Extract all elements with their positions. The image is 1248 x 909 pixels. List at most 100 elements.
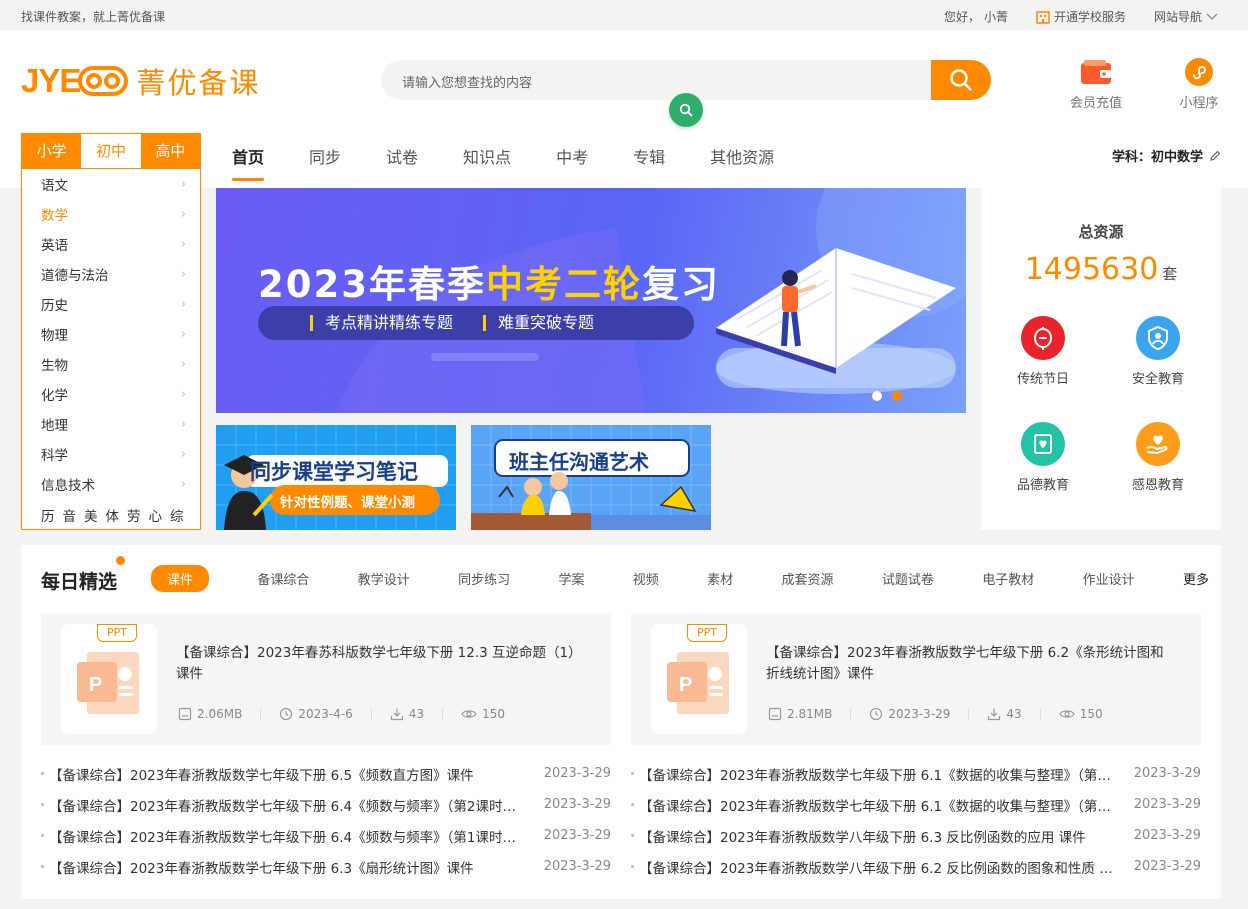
list-item[interactable]: 【备课综合】2023年春浙教版数学七年级下册 6.5《频数直方图》课件 2023-… — [41, 758, 611, 789]
sidebar-item-biology[interactable]: 生物 › — [22, 349, 200, 379]
sidebar-short-pe[interactable]: 体 — [106, 505, 120, 525]
promo-banner-notes[interactable]: 同步课堂学习笔记 针对性例题、课堂小测 — [216, 425, 456, 530]
list-item-date: 2023-3-29 — [1133, 828, 1201, 843]
category-safety-education[interactable]: 安全教育 — [1113, 316, 1203, 387]
main-banner[interactable]: 2023年春季中考二轮复习 考点精讲精练专题 难重突破专题 — [216, 188, 966, 413]
card-title[interactable]: 【备课综合】2023年春苏科版数学七年级下册 12.3 互逆命题（1）课件 — [176, 643, 586, 685]
sidebar-short-history[interactable]: 历 — [41, 505, 55, 525]
tab-junior[interactable]: 初中 — [81, 134, 141, 168]
file-size-value: 2.06MB — [197, 707, 243, 721]
floating-search-button[interactable] — [669, 93, 703, 127]
list-item-title[interactable]: 【备课综合】2023年春浙教版数学七年级下册 6.5《频数直方图》课件 — [41, 764, 474, 784]
stats-count-value: 1495630 — [1024, 252, 1159, 287]
upload-date-value: 2023-4-6 — [298, 707, 353, 721]
list-item[interactable]: 【备课综合】2023年春浙教版数学七年级下册 6.3《扇形统计图》课件 2023-… — [41, 851, 611, 882]
sidebar-short-comprehensive[interactable]: 综 — [170, 505, 184, 525]
school-service-link[interactable]: 开通学校服务 — [1036, 8, 1126, 25]
sidebar-item-it[interactable]: 信息技术 › — [22, 469, 200, 499]
banner-tag-1: 考点精讲精练专题 — [310, 315, 453, 331]
upload-date: 2023-3-29 — [869, 707, 950, 721]
sidebar-short-music[interactable]: 音 — [63, 505, 77, 525]
tab-more[interactable]: 更多 — [1183, 569, 1209, 588]
sidebar-item-science[interactable]: 科学 › — [22, 439, 200, 469]
tab-test-papers[interactable]: 试题试卷 — [882, 569, 934, 588]
list-item-title[interactable]: 【备课综合】2023年春浙教版数学七年级下册 6.4《频数与频率》（第2课时）课… — [41, 795, 528, 815]
tab-teaching-design[interactable]: 教学设计 — [358, 569, 410, 588]
sidebar-short-psychology[interactable]: 心 — [149, 505, 163, 525]
tab-video[interactable]: 视频 — [633, 569, 659, 588]
tab-e-textbooks[interactable]: 电子教材 — [982, 569, 1034, 588]
nav-home[interactable]: 首页 — [232, 144, 265, 181]
banner-tags: 考点精讲精练专题 难重突破专题 — [258, 306, 694, 340]
tab-study-plan[interactable]: 学案 — [558, 569, 584, 588]
tab-sync-practice[interactable]: 同步练习 — [458, 569, 510, 588]
view-count-value: 150 — [1079, 707, 1103, 721]
nav-zhongkao[interactable]: 中考 — [556, 144, 588, 168]
sidebar-short-labor[interactable]: 劳 — [127, 505, 141, 525]
view-count-value: 150 — [482, 707, 505, 721]
site-nav-dropdown[interactable]: 网站导航 — [1154, 8, 1218, 25]
list-item[interactable]: 【备课综合】2023年春浙教版数学七年级下册 6.1《数据的收集与整理》（第1课… — [631, 789, 1201, 820]
list-item-title[interactable]: 【备课综合】2023年春浙教版数学八年级下册 6.3 反比例函数的应用 课件 — [631, 826, 1086, 846]
category-traditional-festivals[interactable]: 传统节日 — [998, 316, 1088, 387]
category-moral-education[interactable]: 品德教育 — [998, 422, 1088, 493]
sidebar-item-physics[interactable]: 物理 › — [22, 319, 200, 349]
card-title[interactable]: 【备课综合】2023年春浙教版数学七年级下册 6.2《条形统计图和折线统计图》课… — [766, 643, 1176, 685]
sidebar-item-english[interactable]: 英语 › — [22, 229, 200, 259]
featured-card[interactable]: P PPT 【备课综合】2023年春苏科版数学七年级下册 12.3 互逆命题（1… — [41, 613, 611, 745]
tab-prep-comprehensive[interactable]: 备课综合 — [257, 569, 309, 588]
download-count-value: 43 — [408, 707, 425, 721]
site-slogan: 找课件教案，就上菁优备课 — [21, 10, 166, 24]
school-service-label: 开通学校服务 — [1053, 10, 1126, 24]
nav-other[interactable]: 其他资源 — [710, 144, 774, 168]
sidebar-short-art[interactable]: 美 — [84, 505, 98, 525]
nav-knowledge[interactable]: 知识点 — [463, 144, 511, 168]
list-item-date: 2023-3-29 — [543, 859, 611, 874]
list-item-title[interactable]: 【备课综合】2023年春浙教版数学七年级下册 6.4《频数与频率》（第1课时）课… — [41, 826, 528, 846]
mini-program-button[interactable]: 小程序 — [1164, 58, 1234, 111]
tab-senior[interactable]: 高中 — [141, 134, 200, 168]
tab-primary[interactable]: 小学 — [22, 134, 81, 168]
carousel-dot-1[interactable] — [872, 391, 882, 401]
tab-homework-design[interactable]: 作业设计 — [1083, 569, 1135, 588]
list-item[interactable]: 【备课综合】2023年春浙教版数学八年级下册 6.3 反比例函数的应用 课件 20… — [631, 820, 1201, 851]
member-recharge-button[interactable]: 会员充值 — [1061, 58, 1131, 111]
chevron-right-icon: › — [180, 236, 186, 252]
featured-card[interactable]: P PPT 【备课综合】2023年春浙教版数学七年级下册 6.2《条形统计图和折… — [631, 613, 1201, 745]
list-item[interactable]: 【备课综合】2023年春浙教版数学八年级下册 6.2 反比例函数的图象和性质 课… — [631, 851, 1201, 882]
sidebar-item-geography[interactable]: 地理 › — [22, 409, 200, 439]
sidebar-item-ethics[interactable]: 道德与法治 › — [22, 259, 200, 289]
list-item-title[interactable]: 【备课综合】2023年春浙教版数学七年级下册 6.3《扇形统计图》课件 — [41, 857, 474, 877]
sidebar-item-math[interactable]: 数学 › — [22, 199, 200, 229]
nav-sync[interactable]: 同步 — [309, 144, 341, 168]
banner-title-highlight: 中考二轮 — [485, 263, 642, 306]
list-item-date: 2023-3-29 — [543, 766, 611, 781]
username-link[interactable]: 小菁 — [984, 8, 1008, 25]
site-logo[interactable]: JYE 菁优备课 — [21, 60, 260, 102]
nav-albums[interactable]: 专辑 — [633, 144, 665, 168]
sidebar-item-label: 地理 — [41, 418, 68, 434]
stats-title: 总资源 — [1078, 223, 1124, 241]
list-item[interactable]: 【备课综合】2023年春浙教版数学七年级下册 6.4《频数与频率》（第1课时）课… — [41, 820, 611, 851]
list-item-title[interactable]: 【备课综合】2023年春浙教版数学八年级下册 6.2 反比例函数的图象和性质 课… — [631, 857, 1118, 877]
carousel-dot-2[interactable] — [892, 391, 902, 401]
list-item-title[interactable]: 【备课综合】2023年春浙教版数学七年级下册 6.1《数据的收集与整理》（第2课… — [631, 764, 1118, 784]
search-input[interactable]: 请输入您想查找的内容 — [402, 72, 532, 91]
sidebar-item-chemistry[interactable]: 化学 › — [22, 379, 200, 409]
mini-program-label: 小程序 — [1179, 96, 1219, 111]
list-item[interactable]: 【备课综合】2023年春浙教版数学七年级下册 6.4《频数与频率》（第2课时）课… — [41, 789, 611, 820]
sidebar-item-chinese[interactable]: 语文 › — [22, 169, 200, 199]
tab-resource-sets[interactable]: 成套资源 — [782, 569, 834, 588]
promo-banner-teacher[interactable]: 班主任沟通艺术 — [471, 425, 711, 530]
subject-selector[interactable]: 学科：初中数学 — [1112, 146, 1221, 165]
search-button[interactable] — [931, 60, 991, 100]
sidebar-item-label: 英语 — [41, 238, 68, 254]
tab-courseware[interactable]: 课件 — [151, 565, 210, 592]
tab-materials[interactable]: 素材 — [707, 569, 733, 588]
list-item[interactable]: 【备课综合】2023年春浙教版数学七年级下册 6.1《数据的收集与整理》（第2课… — [631, 758, 1201, 789]
shield-icon — [1136, 316, 1180, 360]
nav-papers[interactable]: 试卷 — [386, 144, 418, 168]
list-item-title[interactable]: 【备课综合】2023年春浙教版数学七年级下册 6.1《数据的收集与整理》（第1课… — [631, 795, 1118, 815]
category-gratitude-education[interactable]: 感恩教育 — [1113, 422, 1203, 493]
sidebar-item-history[interactable]: 历史 › — [22, 289, 200, 319]
